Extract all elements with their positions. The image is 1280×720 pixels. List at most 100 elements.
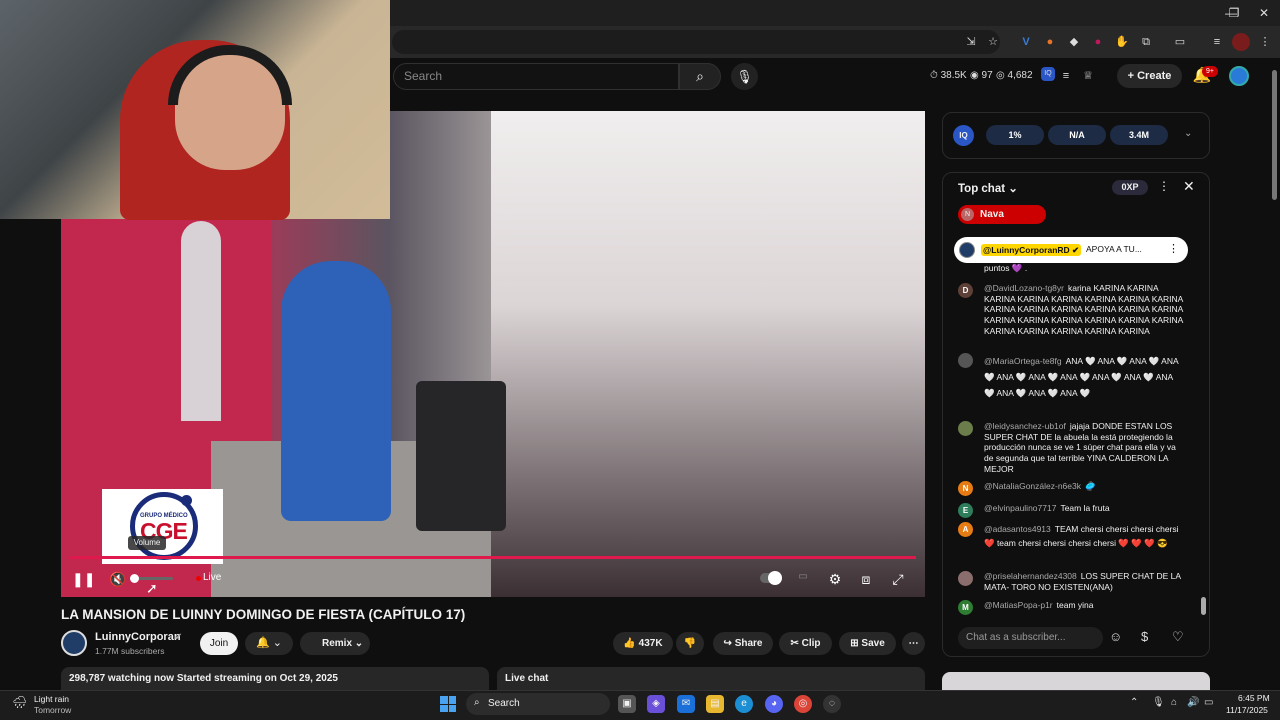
captions-icon[interactable]: ▭ — [793, 571, 813, 582]
edge-icon[interactable]: e — [735, 695, 753, 713]
xp-badge[interactable]: 0XP — [1112, 180, 1148, 195]
chat-author[interactable]: @MariaOrtega-te8fg — [984, 356, 1062, 366]
webcam-overlay — [0, 0, 390, 220]
user-pill-avatar: N — [961, 208, 974, 221]
gear-icon[interactable]: ⚙ — [825, 571, 845, 588]
volume-knob[interactable] — [130, 574, 139, 583]
extension-v-icon[interactable]: V — [1017, 33, 1035, 51]
task-view-icon[interactable]: ▣ — [618, 695, 636, 713]
file-explorer-icon[interactable]: ▤ — [706, 695, 724, 713]
notification-bell-button[interactable]: 🔔 ⌄ — [245, 632, 293, 655]
weather-icon[interactable]: 🌧 — [12, 695, 27, 709]
chat-author[interactable]: @priselahernandez4308 — [984, 571, 1077, 581]
fullscreen-icon[interactable]: ⤢ — [888, 571, 908, 588]
autoplay-knob[interactable] — [768, 571, 782, 585]
clock-time[interactable]: 6:45 PM — [1238, 693, 1270, 703]
pinned-kebab-icon[interactable]: ⋮ — [1168, 242, 1179, 255]
channel-avatar[interactable] — [61, 630, 87, 656]
bars-icon[interactable]: ≡ — [1059, 67, 1073, 82]
extension-record-icon[interactable]: ● — [1089, 33, 1107, 51]
restore-button[interactable]: ❐ — [1219, 4, 1249, 22]
page-scrollbar[interactable] — [1272, 70, 1277, 200]
iq-extension-icon[interactable]: IQ — [1041, 67, 1055, 81]
outlook-icon[interactable]: ✉ — [677, 695, 695, 713]
taskbar-search[interactable]: Search — [466, 693, 610, 715]
super-chat-icon[interactable]: $ — [1141, 629, 1148, 644]
extension-hand-icon[interactable]: ✋ — [1113, 33, 1131, 51]
split-view-icon[interactable]: ▭ — [1171, 33, 1189, 51]
clip-button[interactable]: ✂ Clip — [779, 632, 832, 655]
chevron-down-icon[interactable]: ⌄ — [1184, 128, 1192, 139]
chrome-icon[interactable]: ◎ — [794, 695, 812, 713]
chat-message-text: Team la fruta — [1060, 503, 1110, 513]
extension-diamond-icon[interactable]: ◆ — [1065, 33, 1083, 51]
top-chat-label: Top chat — [958, 183, 1006, 195]
likes-stat: ⏱ 38.5K — [930, 70, 967, 81]
save-button[interactable]: ⊞ Save — [839, 632, 896, 655]
copilot-icon[interactable]: ◈ — [647, 695, 665, 713]
channel-name[interactable]: LuinnyCorporan — [95, 631, 181, 643]
top-chat-dropdown[interactable]: Top chat ⌄ — [958, 181, 1018, 195]
like-button[interactable]: 👍 437K — [613, 632, 673, 655]
volume-icon[interactable]: 🔊 — [1187, 697, 1199, 708]
account-avatar[interactable] — [1229, 66, 1249, 86]
weather-subtitle[interactable]: Tomorrow — [34, 705, 71, 715]
search-input[interactable]: Search — [393, 63, 679, 90]
search-icon[interactable]: ⌕ — [679, 63, 721, 90]
chat-author[interactable]: @NataliaGonzález-n6e3k — [984, 481, 1081, 491]
chat-message-body: @MatiasPopa-p1r team yina — [984, 600, 1184, 611]
mic-tray-icon[interactable]: 🎙 — [1152, 697, 1165, 708]
share-button[interactable]: ↪ Share — [713, 632, 773, 655]
mic-icon[interactable]: 🎙 — [731, 63, 758, 90]
recommended-thumbnail[interactable] — [942, 672, 1210, 692]
trophy-icon[interactable]: ♕ — [1081, 67, 1095, 82]
more-actions-icon[interactable]: ⋯ — [902, 632, 925, 655]
close-icon[interactable]: ✕ — [1183, 178, 1195, 195]
profile-icon[interactable] — [1232, 33, 1250, 51]
video-scene-luggage — [416, 381, 506, 531]
chat-author[interactable]: @adasantos4913 — [984, 524, 1051, 534]
chat-avatar: E — [958, 503, 973, 518]
tab-list-icon[interactable]: ≡ — [1208, 33, 1226, 51]
network-icon[interactable]: ⌂ — [1171, 697, 1177, 708]
mute-icon[interactable]: 🔇 — [108, 571, 128, 588]
extension-fox-icon[interactable]: ● — [1041, 33, 1059, 51]
pause-icon[interactable]: ❚❚ — [72, 571, 95, 588]
install-icon[interactable]: ⇲ — [962, 33, 980, 51]
chat-author[interactable]: @MatiasPopa-p1r — [984, 600, 1053, 610]
miniplayer-icon[interactable]: ⧈ — [856, 571, 876, 588]
dislike-button[interactable]: 👎 — [676, 632, 704, 655]
progress-bar[interactable] — [70, 556, 916, 559]
clock-date[interactable]: 11/17/2025 — [1226, 705, 1268, 715]
chat-scrollbar[interactable] — [1201, 597, 1206, 615]
chat-author[interactable]: @DavidLozano-tg8yr — [984, 283, 1064, 293]
pinned-author-name: @LuinnyCorporanRD — [983, 245, 1070, 255]
emoji-icon[interactable]: ☺ — [1109, 629, 1122, 644]
weather-title[interactable]: Light rain — [34, 694, 69, 704]
chat-author[interactable]: @leidysanchez-ub1of — [984, 421, 1066, 431]
create-button[interactable]: + Create — [1117, 64, 1182, 88]
puzzle-icon[interactable]: ⧉ — [1137, 33, 1155, 51]
windows-start-icon[interactable] — [440, 696, 456, 712]
chat-kebab-icon[interactable]: ⋮ — [1158, 179, 1170, 193]
obs-icon[interactable]: ◌ — [823, 695, 841, 713]
kebab-icon[interactable]: ⋮ — [1256, 33, 1274, 51]
join-button[interactable]: Join — [200, 632, 238, 655]
chevron-up-icon[interactable]: ⌃ — [1130, 697, 1138, 708]
chat-input[interactable]: Chat as a subscriber... — [958, 627, 1103, 649]
address-field[interactable] — [392, 30, 1000, 54]
iq-stat-na: N/A — [1048, 125, 1106, 145]
viewers-value: 97 — [981, 70, 993, 81]
discord-icon[interactable]: ◕ — [765, 695, 783, 713]
chat-author[interactable]: @elvinpaulino7717 — [984, 503, 1056, 513]
heart-icon[interactable]: ♡ — [1172, 629, 1184, 645]
chat-message-body: @leidysanchez-ub1of jajaja DONDE ESTAN LO… — [984, 421, 1184, 475]
live-dot — [196, 576, 201, 581]
battery-icon[interactable]: ▭ — [1204, 697, 1213, 708]
pinned-text: APOYA A TU... — [1086, 244, 1142, 254]
remix-button[interactable]: Remix ⌄ — [300, 632, 370, 655]
pinned-avatar — [959, 242, 975, 258]
close-window-button[interactable]: ✕ — [1249, 4, 1279, 22]
star-icon[interactable]: ☆ — [984, 33, 1002, 51]
live-label[interactable]: Live — [203, 572, 221, 583]
